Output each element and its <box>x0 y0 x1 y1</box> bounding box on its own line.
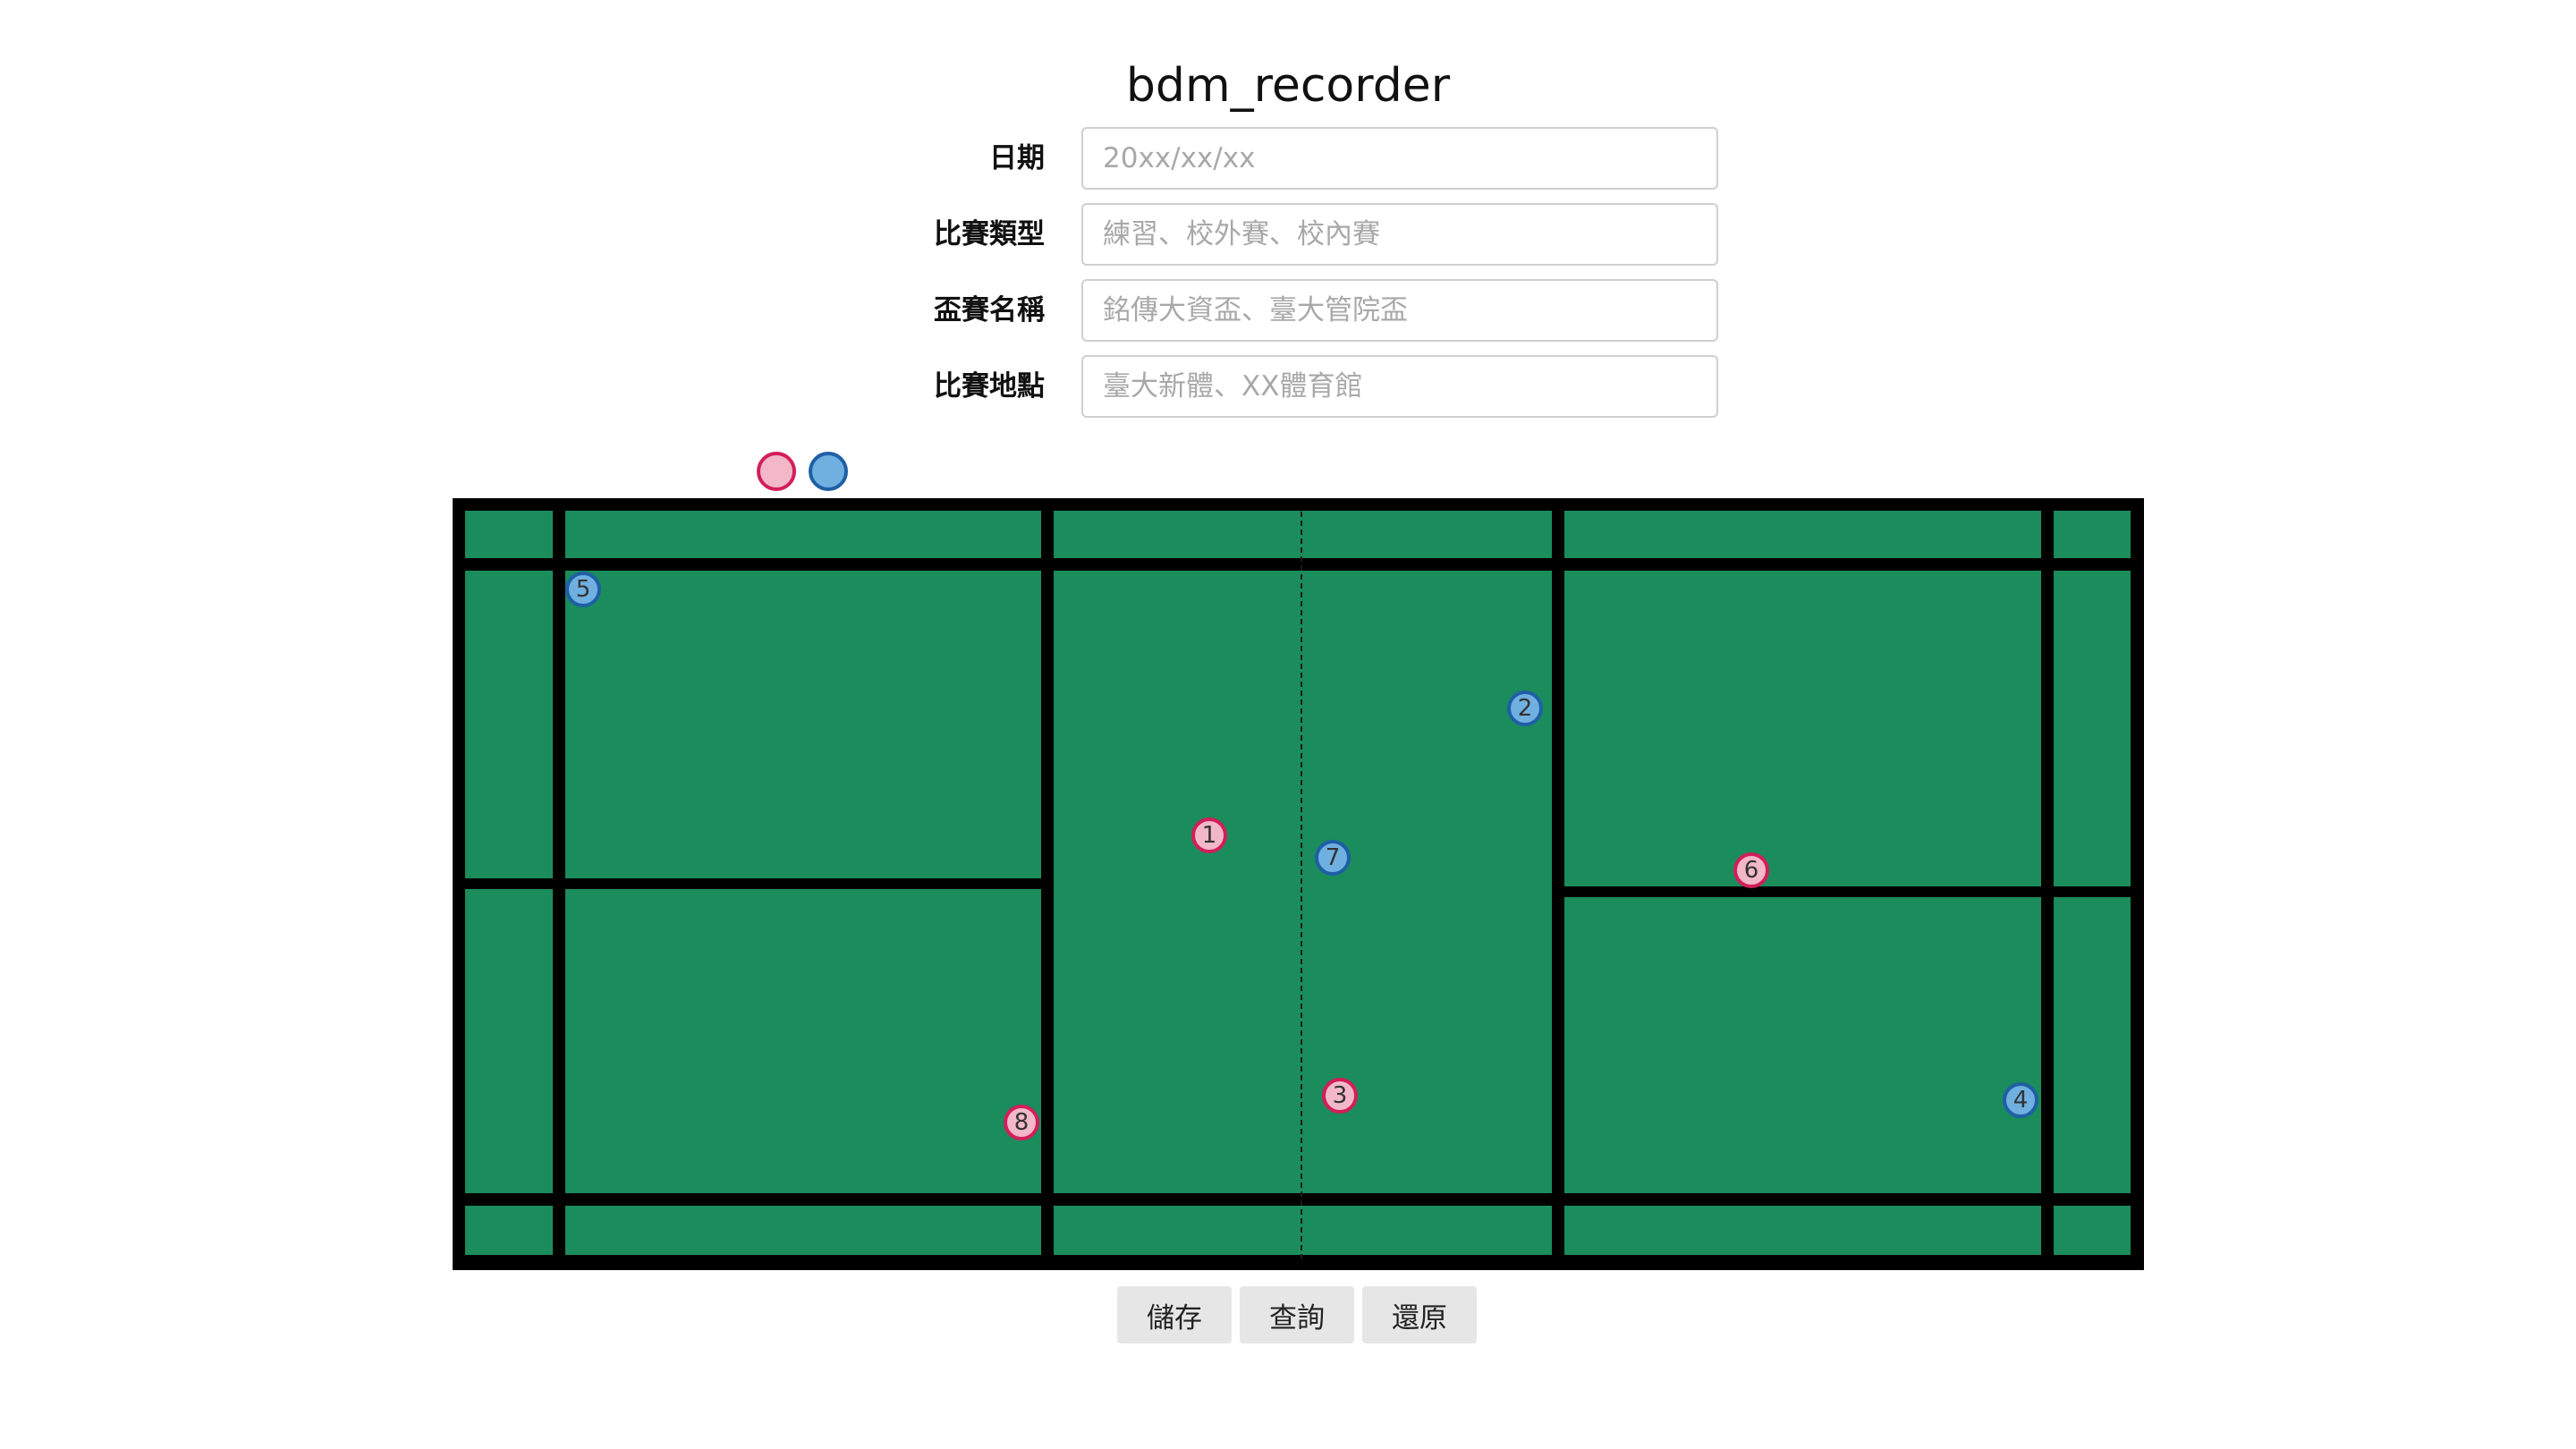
shot-marker-6[interactable]: 6 <box>1733 852 1769 888</box>
save-button[interactable]: 儲存 <box>1117 1286 1232 1343</box>
top-singles-sideline <box>453 558 2144 571</box>
red-team-selector[interactable] <box>757 452 796 491</box>
page-title: bdm_recorder <box>1125 59 1451 113</box>
match-type-label: 比賽類型 <box>934 218 1045 250</box>
right-center-service-line <box>1554 886 2144 897</box>
query-button[interactable]: 查詢 <box>1240 1286 1354 1343</box>
tournament-name-row: 盃賽名稱 <box>0 279 2576 342</box>
bottom-boundary-line <box>453 1255 2144 1270</box>
tournament-name-input[interactable] <box>1081 279 1718 342</box>
venue-input[interactable] <box>1081 355 1718 418</box>
restore-button[interactable]: 還原 <box>1362 1286 1477 1343</box>
left-center-service-line <box>453 878 1043 889</box>
shot-marker-3[interactable]: 3 <box>1322 1078 1358 1114</box>
shot-marker-5[interactable]: 5 <box>565 572 601 607</box>
bottom-singles-sideline <box>453 1193 2144 1206</box>
date-input[interactable] <box>1081 127 1718 190</box>
left-short-service-line <box>1041 498 1054 1270</box>
shot-marker-2[interactable]: 2 <box>1507 691 1543 726</box>
right-boundary-line <box>2131 498 2144 1270</box>
shot-marker-1[interactable]: 1 <box>1191 818 1227 853</box>
date-label: 日期 <box>989 142 1045 174</box>
venue-row: 比賽地點 <box>0 355 2576 418</box>
tournament-name-label: 盃賽名稱 <box>934 294 1045 326</box>
shot-marker-7[interactable]: 7 <box>1315 840 1351 876</box>
right-long-service-line <box>2041 498 2054 1270</box>
top-boundary-line <box>453 498 2144 511</box>
match-type-input[interactable] <box>1081 203 1718 266</box>
shot-marker-8[interactable]: 8 <box>1004 1105 1039 1140</box>
left-boundary-line <box>453 498 465 1270</box>
blue-team-selector[interactable] <box>809 452 848 491</box>
venue-label: 比賽地點 <box>934 370 1045 402</box>
shot-marker-4[interactable]: 4 <box>2003 1082 2038 1118</box>
left-long-service-line <box>553 498 565 1270</box>
match-type-row: 比賽類型 <box>0 203 2576 266</box>
right-short-service-line <box>1552 498 1564 1270</box>
date-row: 日期 <box>0 127 2576 190</box>
net-line <box>1301 512 1302 1259</box>
